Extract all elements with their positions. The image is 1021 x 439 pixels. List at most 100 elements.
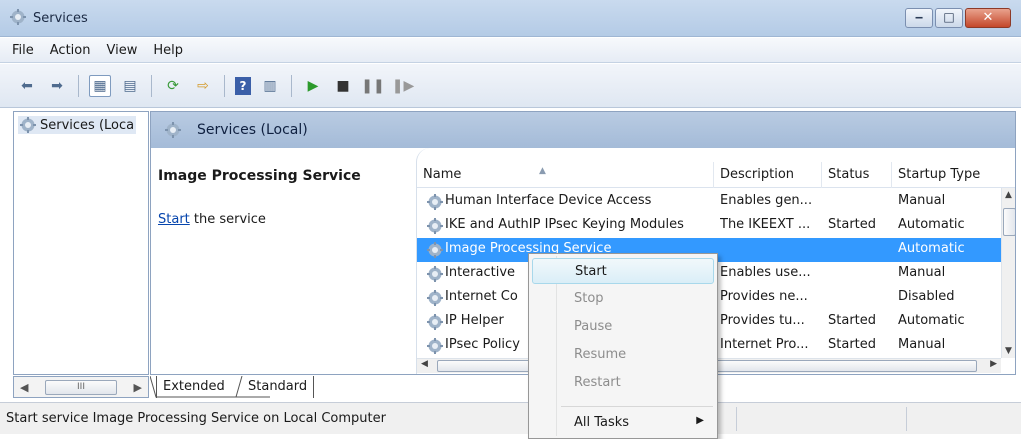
menu-item-label: All Tasks — [574, 415, 630, 430]
scroll-left-icon[interactable]: ◀ — [20, 381, 28, 394]
minimize-button[interactable]: ‒ — [905, 8, 933, 28]
cell-name: Human Interface Device Access — [445, 193, 652, 208]
column-header-description[interactable]: Description — [714, 162, 822, 188]
console-tree: Services (Loca — [13, 111, 149, 375]
service-gear-icon — [427, 266, 443, 282]
cell-description: Enables gen... — [720, 193, 813, 208]
start-service-text: the service — [189, 212, 266, 227]
cell-startup-type: Automatic — [898, 241, 965, 256]
status-divider — [736, 407, 737, 431]
menu-file[interactable]: File — [4, 43, 42, 58]
export-icon[interactable]: ⇨ — [192, 75, 214, 97]
services-gear-icon — [20, 117, 36, 133]
service-gear-icon — [427, 290, 443, 306]
cell-startup-type: Manual — [898, 193, 946, 208]
cell-status: Started — [828, 313, 877, 328]
context-menu: Start Stop Pause Resume Restart All Tasks ▶ — [528, 253, 718, 439]
toolbar-separator — [78, 74, 79, 97]
status-text: Start service Image Processing Service o… — [6, 411, 386, 426]
sort-ascending-icon: ▲ — [539, 166, 546, 176]
cell-status: Started — [828, 217, 877, 232]
cell-startup-type: Automatic — [898, 313, 965, 328]
details-header: Services (Local) — [151, 112, 1015, 148]
scroll-up-icon[interactable]: ▲ — [1005, 190, 1012, 200]
services-gear-icon — [10, 9, 26, 25]
cell-startup-type: Manual — [898, 337, 946, 352]
menu-item-label: Start — [575, 264, 607, 279]
close-button[interactable]: ✕ — [965, 8, 1011, 28]
column-header-name[interactable]: ▲ Name — [417, 162, 714, 188]
close-icon: ✕ — [982, 10, 994, 25]
cell-status: Started — [828, 337, 877, 352]
menu-help[interactable]: Help — [145, 43, 191, 58]
menu-item-label: Pause — [574, 319, 613, 334]
scroll-right-icon[interactable]: ▶ — [134, 381, 142, 394]
forward-arrow-icon[interactable]: ➡ — [46, 75, 68, 97]
scroll-down-icon[interactable]: ▼ — [1005, 346, 1012, 356]
minimize-icon: ‒ — [914, 10, 924, 24]
tab-outline — [150, 376, 270, 398]
cell-name: IKE and AuthIP IPsec Keying Modules — [445, 217, 684, 232]
toolbar-separator — [151, 74, 152, 97]
scroll-left-icon[interactable]: ◀ — [421, 359, 428, 369]
context-menu-item-pause[interactable]: Pause — [532, 314, 714, 340]
menu-separator — [561, 406, 713, 407]
scroll-right-icon[interactable]: ▶ — [990, 359, 997, 369]
stop-icon[interactable]: ■ — [332, 75, 354, 97]
tree-item-label: Services (Loca — [40, 117, 135, 133]
column-header-status[interactable]: Status — [822, 162, 892, 188]
show-hide-action-pane-icon[interactable]: ▥ — [259, 75, 281, 97]
view-tabs: Extended Standard — [150, 376, 530, 398]
context-menu-item-all-tasks[interactable]: All Tasks ▶ — [532, 410, 714, 436]
console-tree-icon[interactable]: ▦ — [89, 74, 111, 97]
properties-icon[interactable]: ▤ — [119, 75, 141, 97]
title-bar: Services ‒ □ ✕ — [0, 0, 1021, 37]
services-gear-icon — [165, 122, 181, 138]
status-divider — [906, 407, 907, 431]
table-row[interactable]: Human Interface Device Access Enables gen… — [417, 190, 1001, 214]
cell-description: Enables use... — [720, 265, 811, 280]
service-gear-icon — [427, 314, 443, 330]
cell-startup-type: Manual — [898, 265, 946, 280]
start-service-link[interactable]: Start — [158, 212, 190, 227]
cell-description: Internet Pro... — [720, 337, 809, 352]
window-controls: ‒ □ ✕ — [905, 8, 1011, 30]
column-header-startup-type[interactable]: Startup Type — [892, 162, 1001, 188]
resume-icon[interactable]: ❚▶ — [392, 75, 415, 97]
service-gear-icon — [427, 218, 443, 234]
table-row[interactable]: IKE and AuthIP IPsec Keying Modules The I… — [417, 214, 1001, 238]
scroll-thumb[interactable] — [1003, 208, 1015, 236]
menu-view[interactable]: View — [98, 43, 145, 58]
back-arrow-icon[interactable]: ⬅ — [16, 75, 38, 97]
service-actions: Start the service — [158, 212, 266, 227]
toolbar-separator — [224, 74, 225, 97]
context-menu-item-restart[interactable]: Restart — [532, 370, 714, 396]
context-menu-item-stop[interactable]: Stop — [532, 286, 714, 312]
menu-action[interactable]: Action — [42, 43, 99, 58]
help-icon[interactable]: ? — [235, 76, 251, 95]
play-icon[interactable]: ▶ — [302, 75, 324, 97]
cell-description: Provides ne... — [720, 289, 808, 304]
pause-icon[interactable]: ❚❚ — [361, 75, 384, 97]
service-gear-icon — [427, 242, 443, 258]
cell-startup-type: Automatic — [898, 217, 965, 232]
column-label: Name — [423, 167, 462, 182]
tree-horizontal-scrollbar[interactable]: ◀ III ▶ — [13, 376, 149, 398]
list-header: ▲ Name Description Status Startup Type — [417, 162, 1015, 188]
menu-item-label: Resume — [574, 347, 627, 362]
context-menu-item-resume[interactable]: Resume — [532, 342, 714, 368]
submenu-arrow-icon: ▶ — [696, 415, 704, 426]
service-gear-icon — [427, 338, 443, 354]
scroll-thumb[interactable]: III — [45, 379, 117, 395]
context-menu-item-start[interactable]: Start — [532, 258, 714, 284]
maximize-button[interactable]: □ — [935, 8, 963, 28]
window-title: Services — [33, 11, 88, 26]
service-gear-icon — [427, 194, 443, 210]
cell-description: The IKEEXT ... — [720, 217, 811, 232]
refresh-icon[interactable]: ⟳ — [162, 75, 184, 97]
cell-description: Provides tu... — [720, 313, 805, 328]
status-bar: Start service Image Processing Service o… — [0, 402, 1021, 434]
cell-startup-type: Disabled — [898, 289, 955, 304]
tree-item-services-local[interactable]: Services (Loca — [18, 116, 137, 134]
list-vertical-scrollbar[interactable]: ▲ ▼ — [1001, 188, 1015, 358]
